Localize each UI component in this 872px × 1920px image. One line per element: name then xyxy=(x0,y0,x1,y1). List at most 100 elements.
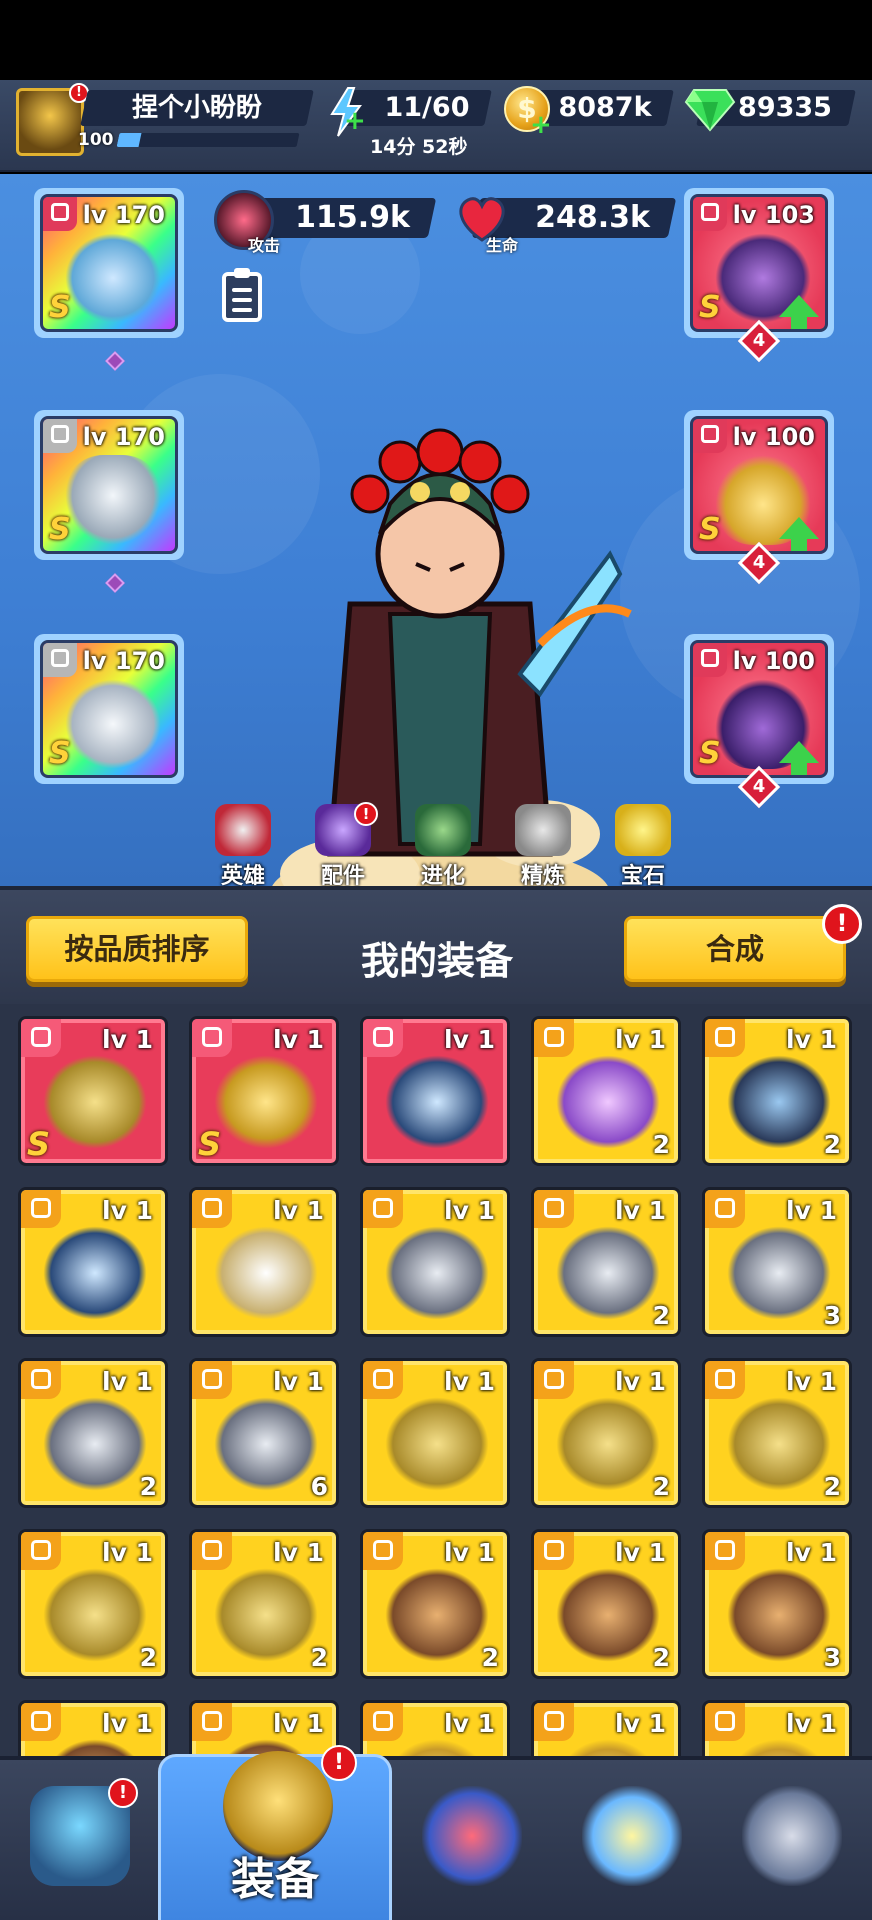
item-level: lv 1 xyxy=(273,1709,324,1738)
upgrade-arrow-icon xyxy=(779,741,819,775)
equipment-card[interactable]: lv 1 xyxy=(360,1358,510,1508)
my-equipment-title: 我的装备 xyxy=(360,939,513,983)
energy-timer: 14分 52秒 xyxy=(370,136,468,158)
refine-icon xyxy=(515,804,571,856)
gauntlet-icon xyxy=(556,1397,660,1491)
item-level: lv 1 xyxy=(273,1538,324,1567)
equipment-card[interactable]: lv 1 xyxy=(531,1700,681,1756)
axe-icon xyxy=(214,1055,318,1149)
chest-armor-icon xyxy=(556,1568,660,1662)
equipment-card[interactable]: lv 1 xyxy=(360,1016,510,1166)
item-count: 2 xyxy=(652,1301,670,1330)
ring-type-icon xyxy=(693,419,727,453)
equipment-card[interactable]: lv 1 2 xyxy=(189,1529,339,1679)
tab-parts[interactable]: 配件 ! xyxy=(298,802,388,886)
tab-evolve[interactable]: 进化 xyxy=(398,804,488,886)
clipboard-icon[interactable] xyxy=(222,268,262,322)
nav-battle[interactable] xyxy=(392,1764,552,1920)
equipment-card[interactable]: lv 1 2 xyxy=(18,1529,168,1679)
helmet-icon xyxy=(385,1226,489,1320)
equipment-card[interactable]: lv 1 2 xyxy=(531,1187,681,1337)
sort-by-quality-button[interactable]: 按品质排序 xyxy=(26,916,248,982)
item-level: lv 1 xyxy=(615,1367,666,1396)
item-level: lv 1 xyxy=(102,1196,153,1225)
equipment-card[interactable]: lv 1 3 xyxy=(702,1187,852,1337)
item-type-icon xyxy=(363,1361,403,1399)
equipment-card[interactable]: lv 1 6 xyxy=(189,1358,339,1508)
equip-slot-armor[interactable]: lv 103 S 4 xyxy=(684,188,834,363)
grade-badge: S xyxy=(49,512,71,547)
item-type-icon xyxy=(705,1019,745,1057)
energy-box[interactable]: 11/60 xyxy=(344,90,492,126)
tab-refine[interactable]: 精炼 xyxy=(498,804,588,886)
equipment-card[interactable]: lv 1 xyxy=(189,1187,339,1337)
coin-plus-icon[interactable]: + xyxy=(530,112,552,138)
item-type-icon xyxy=(192,1703,232,1741)
item-level: lv 1 xyxy=(444,1025,495,1054)
item-level: lv 1 xyxy=(444,1709,495,1738)
equipment-card[interactable]: lv 1 xyxy=(360,1700,510,1756)
gem-socket-icon xyxy=(105,573,125,593)
equipment-card[interactable]: lv 1 3 xyxy=(702,1529,852,1679)
tab-hero-label: 英雄 xyxy=(220,864,265,886)
equipment-alert-badge: ! xyxy=(321,1745,357,1781)
equip-slot-weapon[interactable]: lv 170 S xyxy=(34,188,184,338)
equip-slot-ring[interactable]: lv 100 S 4 xyxy=(684,410,834,585)
attack-label: 攻击 xyxy=(248,236,281,255)
tab-evolve-label: 进化 xyxy=(420,864,465,886)
equipment-card[interactable]: lv 1 S xyxy=(189,1016,339,1166)
slot-level: lv 100 xyxy=(732,423,815,451)
tab-parts-label: 配件 xyxy=(320,864,365,886)
item-type-icon xyxy=(363,1190,403,1228)
ring-icon xyxy=(385,1739,489,1756)
equipment-card[interactable]: lv 1 2 xyxy=(702,1358,852,1508)
upgrade-arrow-icon xyxy=(779,295,819,329)
nav-pet[interactable] xyxy=(552,1764,712,1920)
equipment-card[interactable]: lv 1 xyxy=(189,1700,339,1756)
tab-hero[interactable]: 英雄 xyxy=(198,804,288,886)
slot-level: lv 103 xyxy=(732,201,815,229)
equip-slot-boots[interactable]: lv 100 S 4 xyxy=(684,634,834,809)
equip-slot-helmet[interactable]: lv 170 S xyxy=(34,410,184,560)
tab-gem[interactable]: 宝石 xyxy=(598,804,688,886)
gauntlet-icon xyxy=(727,1397,831,1491)
nav-ranking[interactable] xyxy=(712,1764,872,1920)
equipment-card[interactable]: lv 1 2 xyxy=(360,1529,510,1679)
equipment-card[interactable]: lv 1 2 xyxy=(531,1016,681,1166)
equipment-card[interactable]: lv 1 xyxy=(702,1700,852,1756)
grade-badge: S xyxy=(27,1125,51,1163)
item-level: lv 1 xyxy=(273,1196,324,1225)
equipment-card[interactable]: lv 1 2 xyxy=(531,1358,681,1508)
armor-type-icon xyxy=(693,197,727,231)
ring-icon xyxy=(556,1739,660,1756)
nav-shop[interactable]: ! xyxy=(0,1764,160,1920)
player-avatar[interactable]: ! xyxy=(16,83,89,156)
item-type-icon xyxy=(192,1019,232,1057)
player-name-box[interactable]: 捏个小盼盼 xyxy=(80,90,314,126)
item-type-icon xyxy=(534,1361,574,1399)
my-equipment-header: 按品质排序 我的装备 合成 ! xyxy=(0,886,872,1004)
item-level: lv 1 xyxy=(786,1196,837,1225)
gem-icon xyxy=(684,89,736,132)
equip-slot-gloves[interactable]: lv 170 S xyxy=(34,634,184,784)
equipment-card[interactable]: lv 1 2 xyxy=(702,1016,852,1166)
equipment-card[interactable]: lv 1 2 xyxy=(18,1358,168,1508)
ranking-crest-icon xyxy=(742,1786,842,1886)
gauntlet-icon xyxy=(385,1397,489,1491)
xp-bar xyxy=(116,133,300,147)
parts-alert-badge: ! xyxy=(354,802,378,826)
grade-badge: S xyxy=(699,290,721,325)
equipment-card[interactable]: lv 1 S xyxy=(18,1016,168,1166)
equipment-card[interactable]: lv 1 2 xyxy=(531,1529,681,1679)
item-count: 3 xyxy=(823,1301,841,1330)
equipment-card[interactable]: lv 1 xyxy=(360,1187,510,1337)
energy-plus-icon[interactable]: + xyxy=(344,108,366,134)
merge-button[interactable]: 合成 xyxy=(624,916,846,982)
equipment-card[interactable]: lv 1 xyxy=(18,1187,168,1337)
nav-equipment[interactable]: 装备 ! xyxy=(158,1745,392,1920)
tab-gem-label: 宝石 xyxy=(620,864,665,886)
energy-value: 11/60 xyxy=(384,92,470,123)
merge-alert-badge: ! xyxy=(822,904,862,944)
boots-type-icon xyxy=(693,643,727,677)
equipment-card[interactable]: lv 1 xyxy=(18,1700,168,1756)
